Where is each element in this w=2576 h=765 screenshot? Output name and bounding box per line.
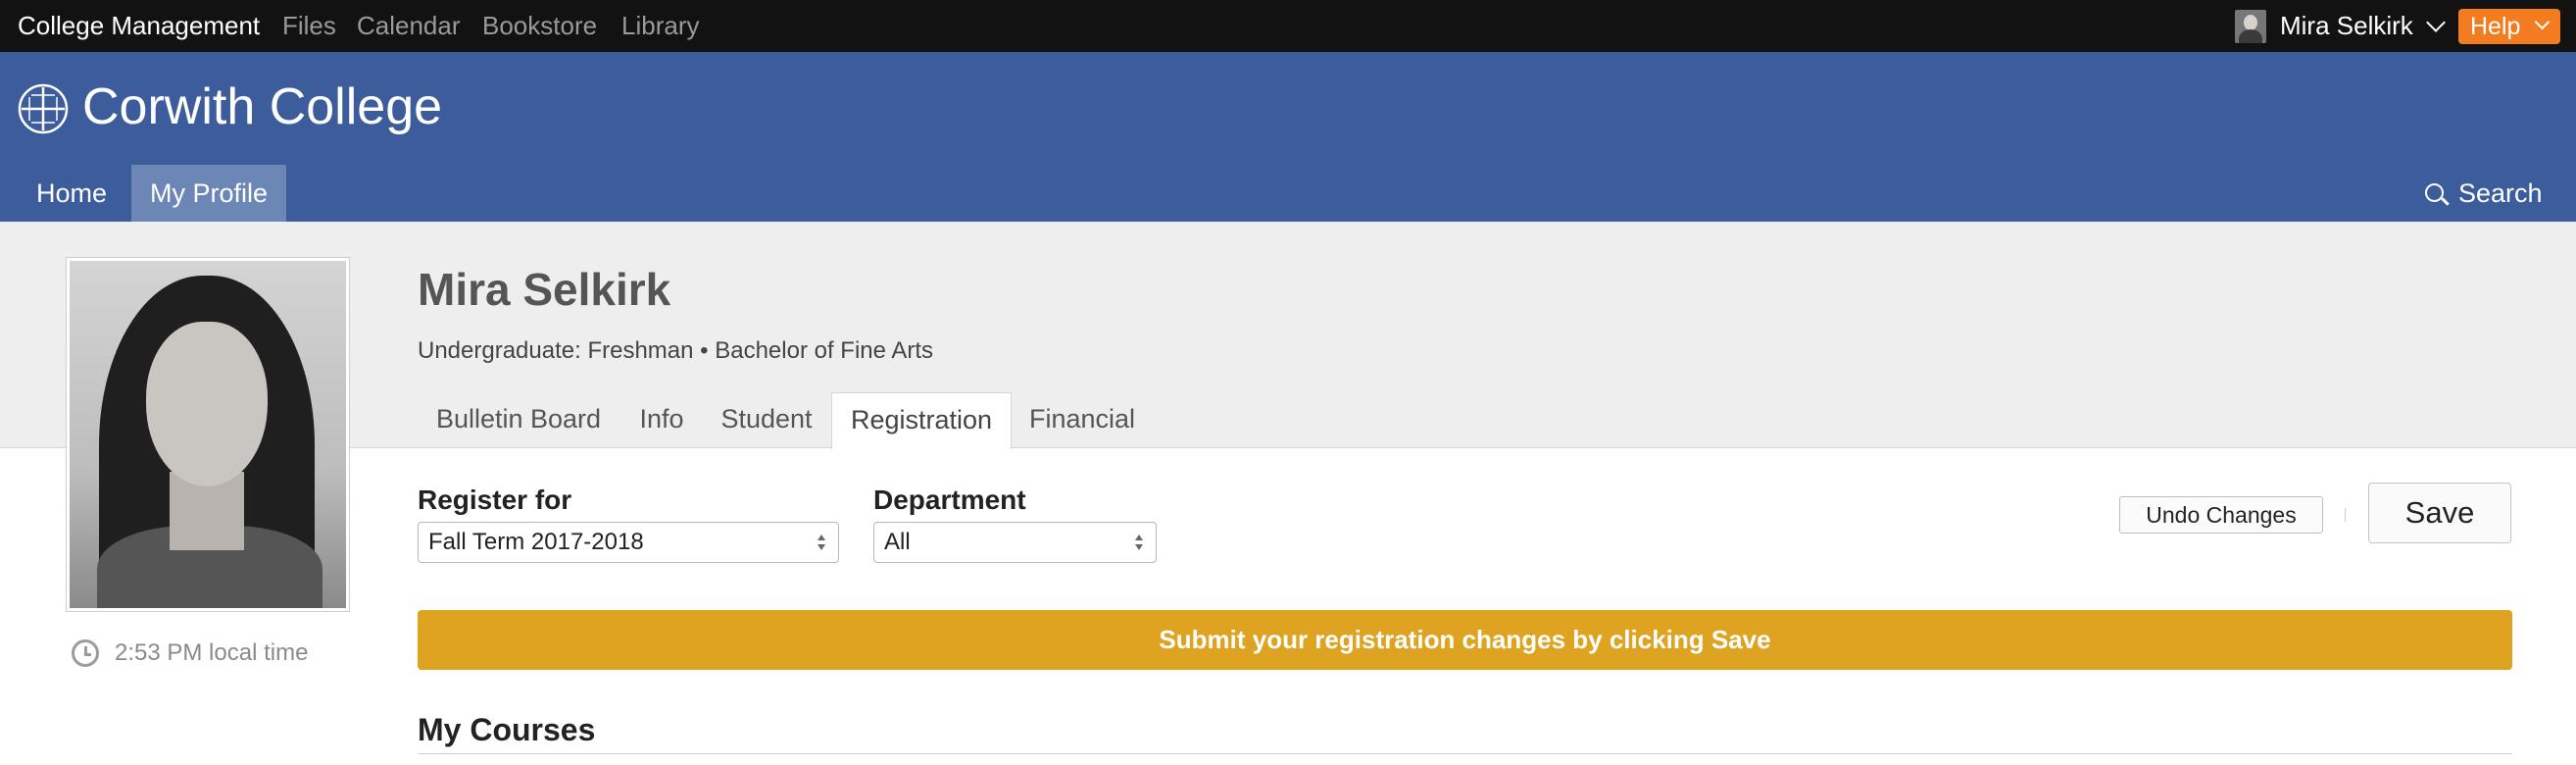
- help-button[interactable]: Help: [2458, 9, 2560, 44]
- tab-financial[interactable]: Financial: [1016, 392, 1149, 448]
- topnav-library[interactable]: Library: [621, 0, 699, 52]
- profile-header: [0, 222, 2576, 448]
- college-logo-icon: [18, 83, 69, 134]
- top-bar: College Management Files Calendar Bookst…: [0, 0, 2576, 52]
- select-arrows-icon: [1134, 535, 1144, 552]
- help-label: Help: [2470, 13, 2521, 40]
- select-arrows-icon: [817, 535, 826, 552]
- button-divider: [2345, 508, 2346, 522]
- tab-student[interactable]: Student: [704, 392, 829, 448]
- profile-name: Mira Selkirk: [418, 264, 671, 315]
- search-icon: [2425, 183, 2444, 202]
- chevron-down-icon: [2534, 14, 2551, 30]
- undo-changes-button[interactable]: Undo Changes: [2119, 496, 2323, 534]
- user-name: Mira Selkirk: [2280, 11, 2413, 40]
- clock-icon: [72, 639, 99, 667]
- photo-face: [146, 322, 268, 486]
- department-label: Department: [873, 484, 1026, 515]
- topnav-bookstore[interactable]: Bookstore: [482, 0, 597, 52]
- profile-photo-image: [70, 261, 346, 608]
- tab-bulletin-board[interactable]: Bulletin Board: [418, 392, 619, 448]
- user-menu[interactable]: Mira Selkirk: [2235, 0, 2446, 52]
- profile-subtitle: Undergraduate: Freshman • Bachelor of Fi…: [418, 337, 933, 364]
- local-time-row: 2:53 PM local time: [72, 636, 308, 671]
- registration-notice: Submit your registration changes by clic…: [418, 610, 2512, 670]
- site-header: Corwith College Home My Profile Search: [0, 52, 2576, 222]
- courses-divider: [418, 753, 2512, 754]
- department-select[interactable]: All: [873, 522, 1157, 563]
- department-value: All: [884, 529, 911, 555]
- register-for-select[interactable]: Fall Term 2017-2018: [418, 522, 839, 563]
- avatar: [2235, 9, 2266, 43]
- nav-home[interactable]: Home: [18, 165, 125, 222]
- my-courses-heading: My Courses: [418, 712, 596, 747]
- save-button[interactable]: Save: [2368, 483, 2511, 543]
- topnav-files[interactable]: Files: [282, 0, 336, 52]
- register-for-label: Register for: [418, 484, 572, 515]
- topnav-calendar[interactable]: Calendar: [357, 0, 461, 52]
- local-time: 2:53 PM local time: [115, 639, 309, 666]
- app-title-link[interactable]: College Management: [18, 0, 260, 52]
- profile-photo: [66, 257, 350, 612]
- chevron-down-icon: [2425, 12, 2446, 32]
- search-label: Search: [2458, 178, 2543, 208]
- nav-my-profile[interactable]: My Profile: [131, 165, 286, 222]
- register-for-value: Fall Term 2017-2018: [428, 529, 644, 555]
- tab-info[interactable]: Info: [623, 392, 700, 448]
- tab-registration[interactable]: Registration: [831, 392, 1012, 449]
- college-name[interactable]: Corwith College: [82, 76, 442, 138]
